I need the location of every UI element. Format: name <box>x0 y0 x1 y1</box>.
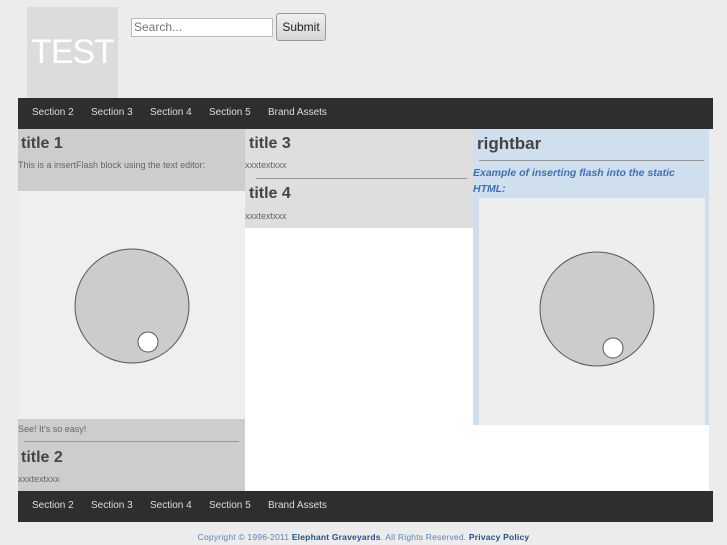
flash-intro-text: This is a insertFlash block using the te… <box>18 160 206 170</box>
left-flash-block[interactable] <box>18 191 245 419</box>
flash-circle-small <box>602 337 624 359</box>
nav-item-section-2[interactable]: Section 2 <box>32 98 74 129</box>
divider <box>256 178 467 179</box>
footer-nav-item-brand-assets[interactable]: Brand Assets <box>268 491 327 522</box>
search-input[interactable] <box>131 18 273 37</box>
rightbar-title: rightbar <box>477 134 542 153</box>
left-column-bottom: See! It's so easy! title 2 xxxtextxxx <box>18 419 245 491</box>
rightbar: rightbar Example of inserting flash into… <box>473 129 709 425</box>
divider <box>479 160 704 161</box>
nav-item-section-3[interactable]: Section 3 <box>91 98 133 129</box>
flash-object-icon <box>74 248 190 364</box>
flash-circle-small <box>137 331 159 353</box>
left-column-top: title 1 This is a insertFlash block usin… <box>18 129 245 191</box>
company-link[interactable]: Elephant Graveyards <box>292 532 381 542</box>
title-4-text: xxxtextxxx <box>245 211 287 221</box>
rightbar-lead-text: Example of inserting flash into the stat… <box>473 167 675 195</box>
middle-column: title 3 xxxtextxxx title 4 xxxtextxxx <box>245 129 473 228</box>
footer-nav-item-section-3[interactable]: Section 3 <box>91 491 133 522</box>
title-2: title 2 <box>21 449 63 466</box>
privacy-policy-link[interactable]: Privacy Policy <box>469 532 529 542</box>
title-3: title 3 <box>249 135 291 152</box>
divider <box>24 441 239 442</box>
bottom-nav: Section 2 Section 3 Section 4 Section 5 … <box>18 491 713 522</box>
nav-item-section-5[interactable]: Section 5 <box>209 98 251 129</box>
title-1: title 1 <box>21 135 63 152</box>
footer-nav-item-section-4[interactable]: Section 4 <box>150 491 192 522</box>
top-nav: Section 2 Section 3 Section 4 Section 5 … <box>18 98 713 129</box>
flash-object-icon <box>539 251 655 367</box>
right-flash-block[interactable] <box>479 198 705 425</box>
footer-nav-item-section-2[interactable]: Section 2 <box>32 491 74 522</box>
title-2-text: xxxtextxxx <box>18 474 60 484</box>
footer-nav-item-section-5[interactable]: Section 5 <box>209 491 251 522</box>
site-logo[interactable]: TEST <box>27 7 118 98</box>
submit-button[interactable]: Submit <box>276 13 326 41</box>
flash-circle-large <box>74 248 190 364</box>
title-3-text: xxxtextxxx <box>245 160 287 170</box>
copyright-text: Copyright © 1996-2011 <box>197 532 290 542</box>
footer: Copyright © 1996-2011 Elephant Graveyard… <box>0 532 727 542</box>
nav-item-brand-assets[interactable]: Brand Assets <box>268 98 327 129</box>
content-area: title 1 This is a insertFlash block usin… <box>18 129 709 491</box>
flash-outro-text: See! It's so easy! <box>18 424 87 434</box>
title-4: title 4 <box>249 185 291 202</box>
nav-item-section-4[interactable]: Section 4 <box>150 98 192 129</box>
rights-text: . All Rights Reserved. <box>380 532 467 542</box>
flash-circle-large <box>539 251 655 367</box>
